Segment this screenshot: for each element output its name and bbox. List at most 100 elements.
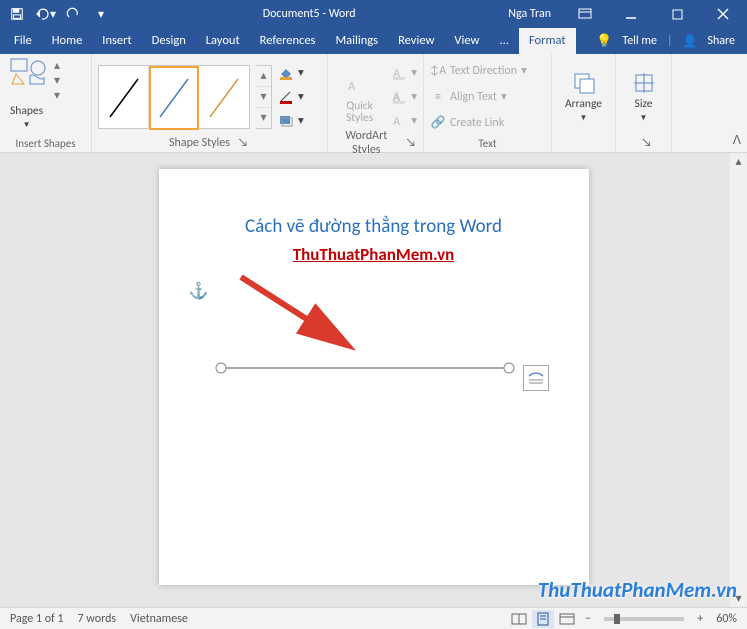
style-scroll-up[interactable]: ▴	[256, 66, 271, 87]
anchor-icon: ⚓	[189, 281, 209, 301]
text-outline-button: A▾	[391, 87, 417, 107]
maximize-button[interactable]	[657, 0, 697, 28]
shapes-button[interactable]: Shapes ▼	[6, 105, 43, 131]
read-mode-button[interactable]	[508, 610, 530, 628]
collapse-ribbon-button[interactable]: ᐱ	[733, 133, 741, 148]
zoom-slider[interactable]	[604, 617, 684, 621]
title-bar: ▾ ▾ Document5 - Word Nga Tran	[0, 0, 747, 28]
undo-button[interactable]: ▾	[32, 1, 58, 27]
paint-bucket-icon	[278, 65, 294, 81]
app-name: Word	[329, 7, 356, 21]
tab-review[interactable]: Review	[388, 28, 444, 54]
lightbulb-icon: 💡	[596, 34, 612, 49]
group-label-shape-styles: Shape Styles	[169, 136, 230, 150]
group-label-text: Text	[430, 135, 545, 151]
quick-access-toolbar: ▾ ▾	[0, 1, 118, 27]
arrange-button[interactable]: Arrange ▼	[558, 70, 609, 124]
group-arrange: Arrange ▼	[552, 54, 616, 153]
layout-options-button[interactable]	[523, 365, 549, 391]
tell-me[interactable]: Tell me	[622, 34, 657, 48]
align-text-button: ≡Align Text ▾	[430, 87, 527, 107]
layout-options-icon	[527, 370, 545, 386]
tab-file[interactable]: File	[4, 28, 42, 54]
ribbon-display-options-button[interactable]	[565, 0, 605, 28]
document-heading: Cách vẽ đường thẳng trong Word	[195, 215, 553, 238]
page-indicator[interactable]: Page 1 of 1	[10, 612, 64, 626]
effects-icon	[278, 113, 294, 129]
ribbon: ▴ ▾ ▾ Shapes ▼ Insert Shapes ▴ ▾ ▾	[0, 54, 747, 153]
user-name[interactable]: Nga Tran	[500, 7, 559, 21]
style-preset-1[interactable]	[99, 66, 149, 130]
quick-styles-button: A Quick Styles	[334, 70, 385, 124]
tab-mailings[interactable]: Mailings	[325, 28, 388, 54]
vertical-scrollbar[interactable]: ▴ ▾	[730, 153, 747, 607]
style-more[interactable]: ▾	[256, 108, 271, 128]
web-layout-button[interactable]	[556, 610, 578, 628]
pen-icon	[278, 89, 294, 105]
zoom-thumb[interactable]	[614, 614, 620, 624]
shape-effects-button[interactable]: ▾	[278, 111, 304, 131]
shape-outline-button[interactable]: ▾	[278, 87, 304, 107]
share-icon: 👤	[682, 34, 697, 49]
text-direction-icon: ↕A	[430, 63, 446, 79]
group-size: Size ▼ ↘	[616, 54, 672, 153]
tab-references[interactable]: References	[250, 28, 326, 54]
size-icon	[631, 70, 657, 96]
text-direction-button: ↕AText Direction ▾	[430, 61, 527, 81]
ribbon-tabs: File Home Insert Design Layout Reference…	[0, 28, 747, 54]
create-link-button: 🔗Create Link	[430, 113, 527, 133]
size-button[interactable]: Size ▼	[622, 70, 665, 124]
gallery-scroll-up[interactable]: ▴	[54, 58, 68, 73]
style-preset-2[interactable]	[149, 66, 199, 130]
watermark-text: ThuThuatPhanMem.vn	[538, 577, 737, 603]
gallery-scroll-down[interactable]: ▾	[54, 73, 68, 88]
group-shape-styles: ▴ ▾ ▾ ▾ ▾ ▾ Shape Styles ↘	[92, 54, 328, 153]
scroll-up-button[interactable]: ▴	[730, 153, 747, 170]
zoom-out-button[interactable]: −	[580, 612, 596, 626]
quick-styles-icon: A	[346, 70, 374, 98]
save-button[interactable]	[4, 1, 30, 27]
shape-fill-button[interactable]: ▾	[278, 63, 304, 83]
tab-design[interactable]: Design	[142, 28, 196, 54]
recent-shapes-icon[interactable]	[10, 58, 50, 86]
document-page[interactable]: Cách vẽ đường thẳng trong Word ThuThuatP…	[159, 169, 589, 585]
link-icon: 🔗	[430, 115, 446, 131]
status-bar: Page 1 of 1 7 words Vietnamese − + 60%	[0, 607, 747, 629]
text-fill-button: A▾	[391, 63, 417, 83]
style-scroll-down[interactable]: ▾	[256, 87, 271, 108]
tab-format[interactable]: Format	[519, 28, 576, 54]
group-text: ↕AText Direction ▾ ≡Align Text ▾ 🔗Create…	[424, 54, 552, 153]
tab-insert[interactable]: Insert	[92, 28, 141, 54]
qat-customize-button[interactable]: ▾	[88, 1, 114, 27]
tab-view[interactable]: View	[444, 28, 489, 54]
gallery-more[interactable]: ▾	[54, 88, 68, 103]
arrange-icon	[571, 70, 597, 96]
print-layout-button[interactable]	[532, 610, 554, 628]
text-effects-button: A▾	[391, 111, 417, 131]
wordart-launcher[interactable]: ↘	[405, 136, 417, 150]
window-title: Document5 - Word	[118, 7, 500, 21]
size-launcher[interactable]: ↘	[640, 136, 654, 150]
word-count[interactable]: 7 words	[78, 612, 117, 626]
close-button[interactable]	[703, 0, 743, 28]
share-button[interactable]: Share	[707, 34, 735, 48]
zoom-level[interactable]: 60%	[716, 612, 737, 626]
document-area[interactable]: Cách vẽ đường thẳng trong Word ThuThuatP…	[0, 153, 747, 607]
group-insert-shapes: ▴ ▾ ▾ Shapes ▼ Insert Shapes	[0, 54, 92, 153]
document-link-text: ThuThuatPhanMem.vn	[195, 244, 553, 265]
language-indicator[interactable]: Vietnamese	[130, 612, 188, 626]
style-preset-3[interactable]	[199, 66, 249, 130]
selected-line-shape[interactable]	[215, 361, 515, 375]
tab-home[interactable]: Home	[42, 28, 93, 54]
tab-addins[interactable]: ...	[489, 28, 518, 54]
svg-text:A: A	[393, 115, 401, 128]
group-wordart-styles: A Quick Styles A▾ A▾ A▾ WordArt Styles↘	[328, 54, 424, 153]
minimize-button[interactable]	[611, 0, 651, 28]
document-name: Document5	[263, 7, 320, 21]
shape-style-gallery[interactable]	[98, 65, 250, 129]
svg-text:A: A	[348, 80, 356, 94]
zoom-in-button[interactable]: +	[692, 612, 708, 626]
redo-button[interactable]	[60, 1, 86, 27]
shape-styles-launcher[interactable]: ↘	[236, 136, 250, 150]
tab-layout[interactable]: Layout	[196, 28, 250, 54]
